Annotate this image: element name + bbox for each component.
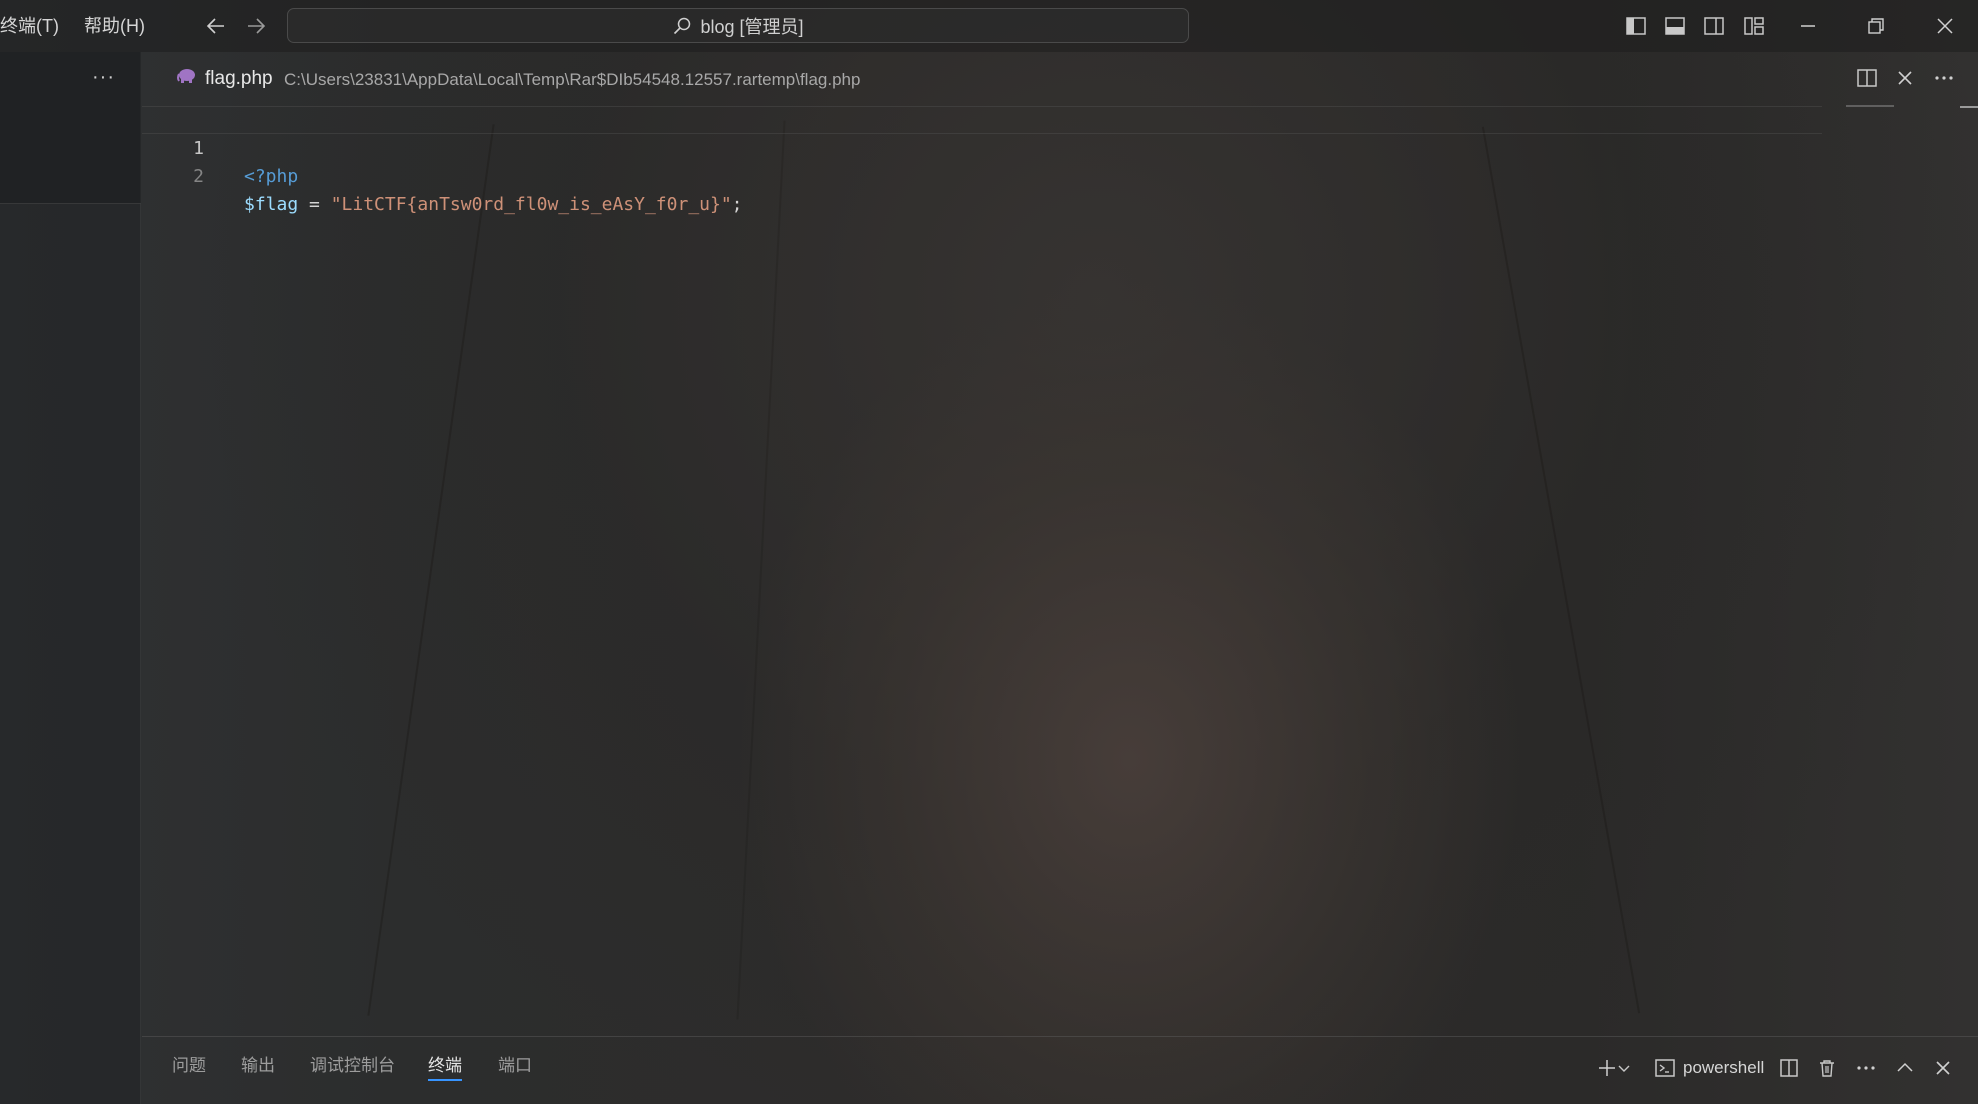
maximize-panel-button[interactable] <box>1892 1055 1918 1081</box>
tab-terminal[interactable]: 终端 <box>428 1051 462 1081</box>
close-panel-button[interactable] <box>1930 1055 1956 1081</box>
menu-terminal[interactable]: 终端(T) <box>0 0 59 52</box>
sidebar-header: ··· <box>0 52 141 204</box>
terminal-instance-name[interactable]: powershell <box>1683 1055 1764 1081</box>
terminal-shell-icon-wrap <box>1652 1055 1678 1081</box>
panel-tab-bar: 问题 输出 调试控制台 终端 端口 powershell <box>142 1036 1978 1104</box>
menu-help[interactable]: 帮助(H) <box>84 0 145 52</box>
close-editor-button[interactable] <box>1892 65 1918 91</box>
more-icon <box>1857 1066 1875 1070</box>
editor-tab-file-name[interactable]: flag.php <box>205 68 273 90</box>
go-back-button[interactable] <box>203 13 229 39</box>
arrow-left-icon <box>206 18 224 34</box>
chevron-up-icon <box>1897 1062 1913 1072</box>
split-terminal-icon <box>1780 1059 1798 1077</box>
minimap-slider[interactable] <box>1846 105 1894 107</box>
toggle-primary-sidebar-button[interactable] <box>1623 13 1649 39</box>
line-number: 2 <box>193 166 204 187</box>
title-bar: 终端(T) 帮助(H) blog [管理员] <box>0 0 1978 52</box>
code-token: ; <box>731 194 743 215</box>
php-elephant-icon <box>177 69 195 83</box>
code-token: "LitCTF{anTsw0rd_fl0w_is_eAsY_f0r_u}" <box>330 194 732 215</box>
panel-more-actions-button[interactable] <box>1853 1055 1879 1081</box>
toggle-panel-icon <box>1665 17 1685 35</box>
arrow-right-icon <box>248 18 266 34</box>
go-forward-button[interactable] <box>243 13 269 39</box>
code-line: 2 $flag = "LitCTF{anTsw0rd_fl0w_is_eAsY_… <box>142 135 1822 215</box>
search-icon <box>674 17 691 34</box>
split-editor-button[interactable] <box>1854 65 1880 91</box>
split-terminal-button[interactable] <box>1776 1055 1802 1081</box>
plus-icon <box>1599 1060 1615 1076</box>
command-center-search[interactable]: blog [管理员] <box>287 8 1189 43</box>
line-content: <?php <box>244 163 298 191</box>
sidebar-more-actions-icon[interactable]: ··· <box>92 66 115 89</box>
kill-terminal-button[interactable] <box>1814 1055 1840 1081</box>
restore-button[interactable] <box>1863 13 1889 39</box>
close-icon <box>1936 1061 1950 1075</box>
close-icon <box>1898 71 1912 85</box>
editor-tab-bar: flag.php C:\Users\23831\AppData\Local\Te… <box>142 52 1978 106</box>
trash-icon <box>1820 1060 1834 1077</box>
split-editor-icon <box>1857 69 1877 87</box>
code-token: <?php <box>244 166 299 187</box>
tab-ports[interactable]: 端口 <box>498 1051 532 1081</box>
toggle-primary-sidebar-icon <box>1626 17 1646 35</box>
line-content: $flag = "LitCTF{anTsw0rd_fl0w_is_eAsY_f0… <box>244 191 743 219</box>
tab-output[interactable]: 输出 <box>241 1051 275 1081</box>
terminal-icon <box>1655 1059 1675 1077</box>
close-window-button[interactable] <box>1932 13 1958 39</box>
toggle-panel-button[interactable] <box>1662 13 1688 39</box>
code-token: $flag <box>244 194 299 215</box>
editor-file-path: C:\Users\23831\AppData\Local\Temp\Rar$DI… <box>284 70 861 89</box>
restore-icon <box>1868 18 1884 34</box>
overview-ruler-cursor <box>1960 106 1978 108</box>
code-token: = <box>298 194 331 215</box>
minimize-icon <box>1801 25 1815 27</box>
tab-problems[interactable]: 问题 <box>172 1051 206 1081</box>
editor-more-actions-button[interactable] <box>1931 65 1957 91</box>
code-line: 1 <?php <box>142 106 1822 187</box>
terminal-profile-dropdown[interactable] <box>1616 1055 1632 1081</box>
more-icon <box>1935 76 1953 80</box>
sidebar: ··· <box>0 52 141 1104</box>
toggle-secondary-sidebar-button[interactable] <box>1701 13 1727 39</box>
customize-layout-icon <box>1744 17 1764 35</box>
minimize-button[interactable] <box>1795 13 1821 39</box>
command-center-label: blog [管理员] <box>700 16 804 37</box>
close-icon <box>1937 18 1953 34</box>
tab-debug-console[interactable]: 调试控制台 <box>310 1051 395 1081</box>
toggle-secondary-sidebar-icon <box>1704 17 1724 35</box>
chevron-down-icon <box>1618 1065 1630 1072</box>
customize-layout-button[interactable] <box>1741 13 1767 39</box>
